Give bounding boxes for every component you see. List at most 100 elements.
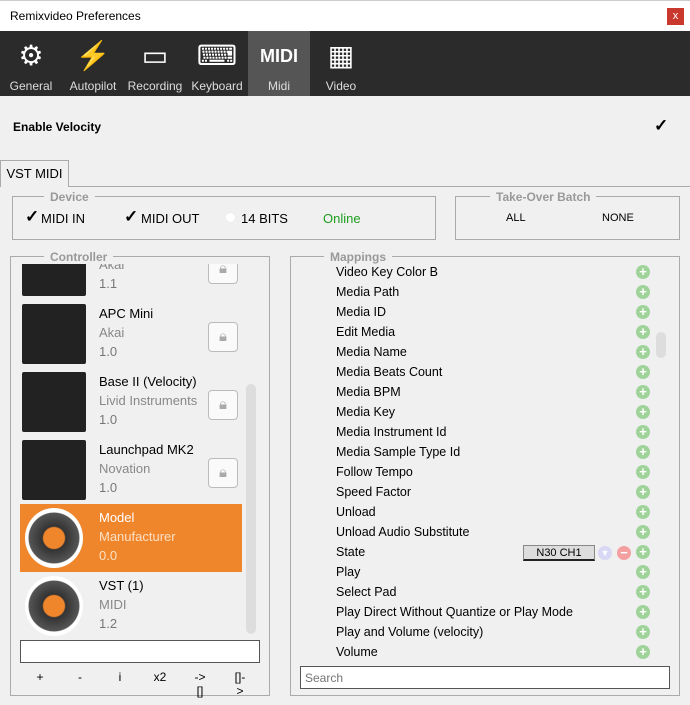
add-mapping-icon[interactable]: +	[636, 385, 650, 399]
mappings-search-input[interactable]	[300, 666, 670, 689]
tab-label: Video	[325, 79, 357, 93]
keyboard-icon: ⌨	[196, 40, 238, 71]
controller-name: Launchpad MK2	[99, 442, 194, 457]
lock-icon[interactable]: 🔒︎	[208, 458, 238, 488]
controller-action-button[interactable]: ->[]	[192, 670, 208, 698]
tab-label: Keyboard	[191, 79, 243, 93]
14-bits-radio[interactable]	[225, 212, 236, 223]
add-mapping-icon[interactable]: +	[636, 565, 650, 579]
add-mapping-icon[interactable]: +	[636, 365, 650, 379]
mapping-item[interactable]: Select Pad	[336, 582, 396, 602]
mapping-item[interactable]: Media Path	[336, 282, 399, 302]
tab-recording[interactable]: ▭ Recording	[124, 31, 186, 96]
controller-item[interactable]: Model Manufacturer 0.0	[20, 504, 242, 572]
takeover-all-button[interactable]: ALL	[506, 212, 526, 224]
controller-image	[22, 264, 86, 296]
tab-label: General	[9, 79, 53, 93]
mapping-item[interactable]: Play and Volume (velocity)	[336, 622, 483, 642]
add-mapping-icon[interactable]: +	[636, 445, 650, 459]
add-mapping-icon[interactable]: +	[636, 605, 650, 619]
mapping-item[interactable]: Video Key Color B	[336, 262, 438, 282]
controller-name: Base II (Velocity)	[99, 374, 197, 389]
controller-name-input[interactable]	[20, 640, 260, 663]
controller-action-button[interactable]: []->	[232, 670, 248, 698]
add-mapping-icon[interactable]: +	[636, 405, 650, 419]
tab-autopilot[interactable]: ⚡ Autopilot	[62, 31, 124, 96]
controller-version: 1.2	[99, 616, 118, 631]
mapping-item[interactable]: Unload	[336, 502, 376, 522]
midi-out-checkbox[interactable]: ✓	[124, 207, 138, 227]
add-mapping-icon[interactable]: +	[636, 265, 650, 279]
mapping-item[interactable]: Media Instrument Id	[336, 422, 446, 442]
mapping-item[interactable]: Play	[336, 562, 360, 582]
controller-scrollbar[interactable]	[246, 384, 256, 634]
tab-general[interactable]: ⚙ General	[0, 31, 62, 96]
add-mapping-icon[interactable]: +	[636, 305, 650, 319]
mapping-item[interactable]: Media Key	[336, 402, 395, 422]
tab-midi[interactable]: MIDI Midi	[248, 31, 310, 96]
mapping-item[interactable]: Media Beats Count	[336, 362, 442, 382]
state-binding-button[interactable]: N30 CH1	[523, 545, 595, 561]
tab-keyboard[interactable]: ⌨ Keyboard	[186, 31, 248, 96]
controller-name: APC Mini	[99, 306, 154, 321]
mapping-item[interactable]: State	[336, 542, 365, 562]
mapping-item[interactable]: Follow Tempo	[336, 462, 413, 482]
takeover-none-button[interactable]: NONE	[602, 212, 634, 224]
add-mapping-icon[interactable]: +	[636, 545, 650, 559]
close-button[interactable]: x	[667, 8, 684, 25]
controller-manufacturer: Livid Instruments	[99, 393, 198, 408]
lock-icon[interactable]: 🔒︎	[208, 390, 238, 420]
controller-item[interactable]: APC Mini Akai 1.0 🔒︎	[20, 300, 242, 368]
controller-action-button[interactable]: +	[32, 670, 48, 684]
controller-manufacturer: Novation	[99, 461, 151, 476]
add-mapping-icon[interactable]: +	[636, 505, 650, 519]
controller-image	[22, 440, 86, 500]
learn-icon[interactable]: ▼	[598, 546, 612, 560]
mapping-item[interactable]: Speed Factor	[336, 482, 411, 502]
controller-version: 1.0	[99, 480, 118, 495]
add-mapping-icon[interactable]: +	[636, 645, 650, 659]
controller-image	[22, 372, 86, 432]
mapping-item[interactable]: Media Sample Type Id	[336, 442, 460, 462]
add-mapping-icon[interactable]: +	[636, 625, 650, 639]
add-mapping-icon[interactable]: +	[636, 485, 650, 499]
mapping-item[interactable]: Media ID	[336, 302, 386, 322]
enable-velocity-checkbox[interactable]: ✓	[654, 116, 668, 136]
mapping-item[interactable]: Media BPM	[336, 382, 401, 402]
lock-icon[interactable]: 🔒︎	[208, 264, 238, 284]
remove-binding-icon[interactable]: −	[617, 546, 631, 560]
mapping-item[interactable]: Media Name	[336, 342, 407, 362]
lock-icon[interactable]: 🔒︎	[208, 322, 238, 352]
add-mapping-icon[interactable]: +	[636, 585, 650, 599]
add-mapping-icon[interactable]: +	[636, 325, 650, 339]
mapping-item[interactable]: Unload Audio Substitute	[336, 522, 469, 542]
controller-action-button[interactable]: i	[112, 670, 128, 684]
controller-action-button[interactable]: x2	[152, 670, 168, 684]
tab-video[interactable]: ▦ Video	[310, 31, 372, 96]
general-midi-icon: MIDI	[260, 46, 298, 66]
controller-manufacturer: Manufacturer	[99, 529, 176, 544]
device-legend: Device	[44, 190, 95, 204]
tab-vst-midi[interactable]: VST MIDI	[0, 160, 69, 187]
add-mapping-icon[interactable]: +	[636, 285, 650, 299]
controller-action-button[interactable]: -	[72, 670, 88, 684]
mappings-scrollbar[interactable]	[656, 332, 666, 358]
window-title: Remixvideo Preferences	[10, 9, 141, 23]
add-mapping-icon[interactable]: +	[636, 465, 650, 479]
14-bits-label: 14 BITS	[241, 211, 288, 226]
tab-label: Recording	[127, 79, 183, 93]
controller-item[interactable]: Base II (Velocity) Livid Instruments 1.0…	[20, 368, 242, 436]
title-bar: Remixvideo Preferences x	[0, 0, 690, 31]
add-mapping-icon[interactable]: +	[636, 345, 650, 359]
controller-item[interactable]: VST (1) MIDI 1.2	[20, 572, 242, 636]
mapping-item[interactable]: Edit Media	[336, 322, 395, 342]
add-mapping-icon[interactable]: +	[636, 425, 650, 439]
controller-item[interactable]: Launchpad MK2 Novation 1.0 🔒︎	[20, 436, 242, 504]
add-mapping-icon[interactable]: +	[636, 525, 650, 539]
controller-image	[22, 304, 86, 364]
mapping-item[interactable]: Play Direct Without Quantize or Play Mod…	[336, 602, 573, 622]
cassette-icon: ▭	[141, 40, 169, 71]
midi-in-checkbox[interactable]: ✓	[25, 207, 39, 227]
mapping-item[interactable]: Volume	[336, 642, 378, 662]
controller-item[interactable]: Akai 1.1 🔒︎	[20, 264, 242, 300]
